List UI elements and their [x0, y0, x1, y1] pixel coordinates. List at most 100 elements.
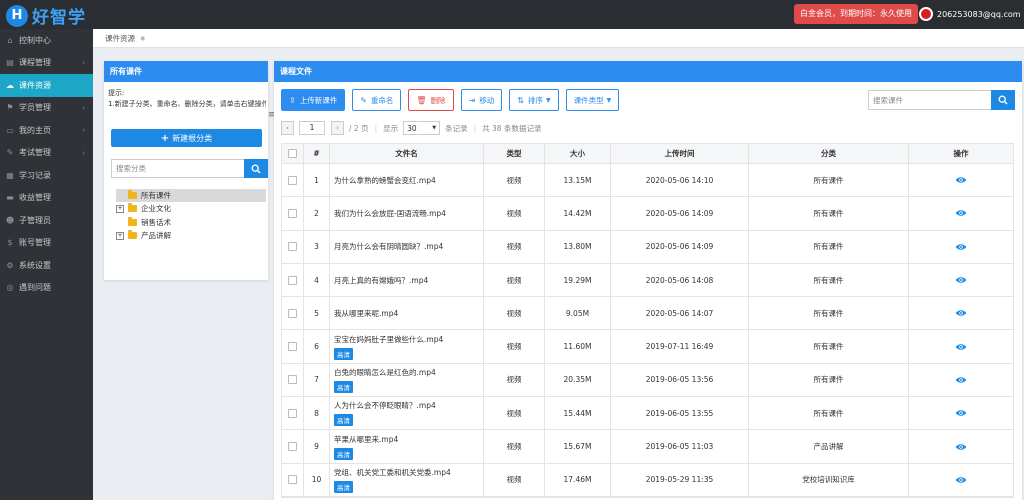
app-logo[interactable]: H 好智学: [6, 3, 86, 28]
row-checkbox[interactable]: [288, 175, 297, 185]
eye-icon[interactable]: [955, 209, 967, 217]
row-checkbox-cell: [282, 430, 304, 463]
row-checkbox[interactable]: [288, 442, 297, 452]
table-row[interactable]: 10 党组、机关党工委和机关党委.mp4 高清 视频 17.46M 2019-05-29 …: [282, 463, 1013, 497]
upload-time: 2019-06-05 13:56: [611, 363, 749, 397]
row-checkbox[interactable]: [288, 475, 297, 485]
sort-dropdown[interactable]: ⇅ 排序 ▼: [509, 89, 559, 111]
eye-icon[interactable]: [955, 376, 967, 384]
upload-button[interactable]: ⇪ 上传新课件: [281, 89, 346, 111]
yen-icon: $: [7, 238, 13, 248]
table-row[interactable]: 4 月亮上真的有嫦娥吗？.mp4 视频 19.29M 2020-05-06 14:08 所…: [282, 263, 1013, 298]
eye-icon[interactable]: [955, 276, 967, 284]
row-number: 3: [304, 230, 330, 263]
eye-icon[interactable]: [955, 476, 967, 484]
eye-icon[interactable]: [955, 443, 967, 451]
eye-icon[interactable]: [955, 176, 967, 184]
column-header-size[interactable]: 大小: [545, 144, 611, 163]
sidebar-item[interactable]: ▤ 课程管理 ‹: [0, 52, 93, 75]
header-checkbox-cell: [282, 144, 304, 163]
file-name[interactable]: 党组、机关党工委和机关党委.mp4: [334, 467, 451, 478]
table-row[interactable]: 6 宝宝在妈妈肚子里做些什么.mp4 高清 视频 11.60M 2019-07-11 16…: [282, 330, 1013, 364]
table-row[interactable]: 8 人为什么会不停眨眼睛？.mp4 高清 视频 15.44M 2019-06-05 13:…: [282, 397, 1013, 431]
move-button[interactable]: ⇥ 移动: [460, 89, 503, 111]
sidebar-item[interactable]: ⚙ 系统设置: [0, 254, 93, 277]
expand-icon[interactable]: +: [116, 231, 124, 240]
delete-button[interactable]: 🗑 删除: [408, 89, 454, 111]
category-search-input[interactable]: [111, 159, 244, 178]
sidebar-item[interactable]: ◎ 遇到问题: [0, 277, 93, 300]
pen-icon: ✎: [6, 148, 14, 158]
column-header-type[interactable]: 类型: [484, 144, 545, 163]
tree-node[interactable]: + 产品讲解: [116, 229, 266, 242]
row-checkbox[interactable]: [288, 375, 297, 385]
row-checkbox[interactable]: [288, 242, 297, 252]
new-root-category-label: 新建根分类: [172, 133, 213, 143]
row-checkbox[interactable]: [288, 408, 297, 418]
eye-icon[interactable]: [955, 243, 967, 251]
prev-page-button[interactable]: ‹: [281, 121, 294, 135]
file-type: 视频: [484, 230, 545, 263]
file-type: 视频: [484, 430, 545, 463]
chevron-left-icon: ‹: [82, 148, 85, 157]
file-name[interactable]: 白兔的眼睛怎么是红色的.mp4: [334, 367, 436, 378]
eye-icon[interactable]: [955, 309, 967, 317]
rename-label: 重命名: [370, 95, 394, 105]
vip-status-badge[interactable]: 白金会员，到期时间：永久使用: [794, 4, 918, 24]
sidebar-item[interactable]: ⚑ 学员管理 ‹: [0, 97, 93, 120]
tree-node[interactable]: + 企业文化: [116, 202, 266, 215]
type-filter-dropdown[interactable]: 课件类型 ▼: [565, 89, 620, 111]
file-size: 15.67M: [545, 430, 611, 463]
sidebar-item[interactable]: ☻ 子管理员: [0, 209, 93, 232]
file-name[interactable]: 我从哪里来呢.mp4: [334, 308, 398, 319]
row-checkbox[interactable]: [288, 308, 297, 318]
tree-node[interactable]: 销售话术: [116, 216, 266, 229]
table-row[interactable]: 1 为什么拿熟的螃蟹会变红.mp4 视频 13.15M 2020-05-06 14:10…: [282, 164, 1013, 198]
file-search-button[interactable]: [991, 90, 1015, 110]
row-checkbox[interactable]: [288, 275, 297, 285]
file-name[interactable]: 月亮为什么会有阴晴圆缺？.mp4: [334, 241, 443, 252]
expand-icon[interactable]: +: [116, 204, 124, 213]
file-name[interactable]: 月亮上真的有嫦娥吗？.mp4: [334, 275, 428, 286]
table-row[interactable]: 5 我从哪里来呢.mp4 视频 9.05M 2020-05-06 14:07 所有课件: [282, 297, 1013, 331]
page-size-select[interactable]: 30 ▼: [403, 121, 441, 135]
file-name[interactable]: 为什么拿熟的螃蟹会变红.mp4: [334, 175, 436, 186]
breadcrumb-close-icon[interactable]: ◉: [140, 35, 145, 42]
file-search-input[interactable]: [868, 90, 991, 110]
row-number: 7: [304, 363, 330, 397]
tree-node[interactable]: 所有课件: [116, 189, 266, 203]
file-category: 所有课件: [749, 330, 909, 363]
file-name[interactable]: 人为什么会不停眨眼睛？.mp4: [334, 400, 436, 411]
sidebar-item[interactable]: ▭ 我的主页 ‹: [0, 119, 93, 142]
column-header-category[interactable]: 分类: [749, 144, 909, 163]
user-menu[interactable]: 206253083@qq.com ▼: [919, 4, 1024, 24]
page-number-input[interactable]: 1: [299, 121, 325, 135]
row-checkbox[interactable]: [288, 342, 297, 352]
select-all-checkbox[interactable]: [288, 149, 297, 158]
table-row[interactable]: 2 我们为什么会放屁-国语流畅.mp4 视频 14.42M 2020-05-06 14:…: [282, 197, 1013, 231]
rename-button[interactable]: ✎ 重命名: [352, 89, 402, 111]
next-page-button[interactable]: ›: [331, 121, 344, 135]
category-search-button[interactable]: [244, 159, 268, 178]
table-row[interactable]: 9 苹果从哪里来.mp4 高清 视频 15.67M 2019-06-05 11:03 产品讲…: [282, 430, 1013, 464]
eye-icon[interactable]: [955, 343, 967, 351]
sidebar-item[interactable]: ▬ 收益管理: [0, 187, 93, 210]
row-checkbox[interactable]: [288, 208, 297, 218]
eye-icon[interactable]: [955, 409, 967, 417]
sidebar-item[interactable]: ☁ 课件资源: [0, 74, 93, 97]
column-header-filename[interactable]: 文件名: [330, 144, 484, 163]
sidebar-item[interactable]: ✎ 考试管理 ‹: [0, 142, 93, 165]
sidebar-item[interactable]: ▦ 学习记录: [0, 164, 93, 187]
table-row[interactable]: 3 月亮为什么会有阴晴圆缺？.mp4 视频 13.80M 2020-05-06 14:0…: [282, 230, 1013, 264]
file-name[interactable]: 苹果从哪里来.mp4: [334, 434, 398, 445]
file-name[interactable]: 我们为什么会放屁-国语流畅.mp4: [334, 208, 446, 219]
sidebar-item-label: 子管理员: [19, 215, 51, 225]
sidebar-item[interactable]: ⌂ 控制中心: [0, 29, 93, 52]
sidebar-item[interactable]: $ 账号管理: [0, 232, 93, 255]
column-header-upload-time[interactable]: 上传时间: [611, 144, 749, 163]
upload-time: 2019-07-11 16:49: [611, 330, 749, 363]
table-row[interactable]: 7 白兔的眼睛怎么是红色的.mp4 高清 视频 20.35M 2019-06-05 13:…: [282, 363, 1013, 398]
actions-cell: [909, 364, 1013, 396]
new-root-category-button[interactable]: + 新建根分类: [111, 129, 262, 147]
file-name[interactable]: 宝宝在妈妈肚子里做些什么.mp4: [334, 334, 443, 345]
